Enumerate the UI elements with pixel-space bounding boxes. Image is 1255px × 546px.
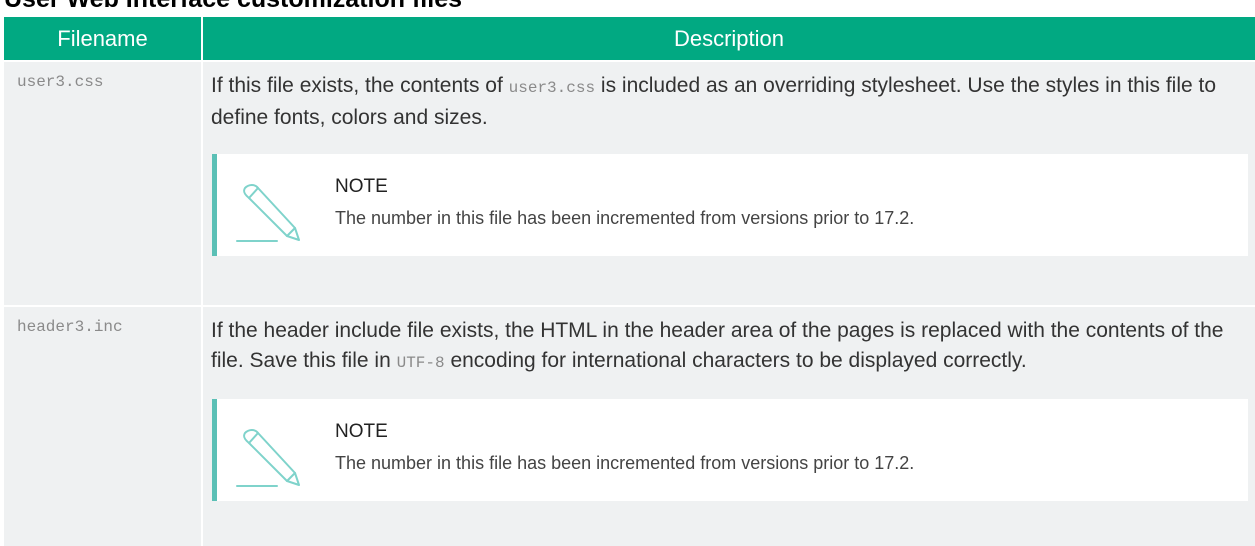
note-title: NOTE [335, 421, 388, 442]
customization-files-table: Filename Description user3.css If this f… [4, 17, 1255, 546]
table-row: header3.inc If the header include file e… [4, 305, 1255, 546]
inline-code: user3.css [508, 79, 596, 97]
note-callout: NOTE The number in this file has been in… [212, 154, 1248, 256]
column-header-filename: Filename [4, 17, 203, 61]
pencil-icon [236, 429, 300, 487]
table-row: user3.css If this file exists, the conte… [4, 60, 1255, 306]
filename-cell: header3.inc [4, 305, 203, 546]
description-text: If the header include file exists, the H… [211, 319, 1224, 372]
filename: header3.inc [17, 318, 123, 336]
pencil-icon [236, 184, 300, 242]
note-body: The number in this file has been increme… [335, 453, 915, 473]
filename-cell: user3.css [4, 60, 203, 306]
page-title: User Web Interface customization files [4, 0, 462, 12]
description-cell: If this file exists, the contents of use… [202, 60, 1255, 306]
note-callout: NOTE The number in this file has been in… [212, 399, 1248, 501]
table-header-row: Filename Description [4, 17, 1255, 61]
inline-code: UTF-8 [396, 354, 445, 372]
filename: user3.css [17, 73, 104, 91]
note-body: The number in this file has been increme… [335, 208, 915, 228]
description-cell: If the header include file exists, the H… [202, 305, 1255, 546]
description-text: If this file exists, the contents of use… [211, 74, 1217, 129]
column-header-description: Description [202, 17, 1255, 61]
note-title: NOTE [335, 176, 388, 197]
